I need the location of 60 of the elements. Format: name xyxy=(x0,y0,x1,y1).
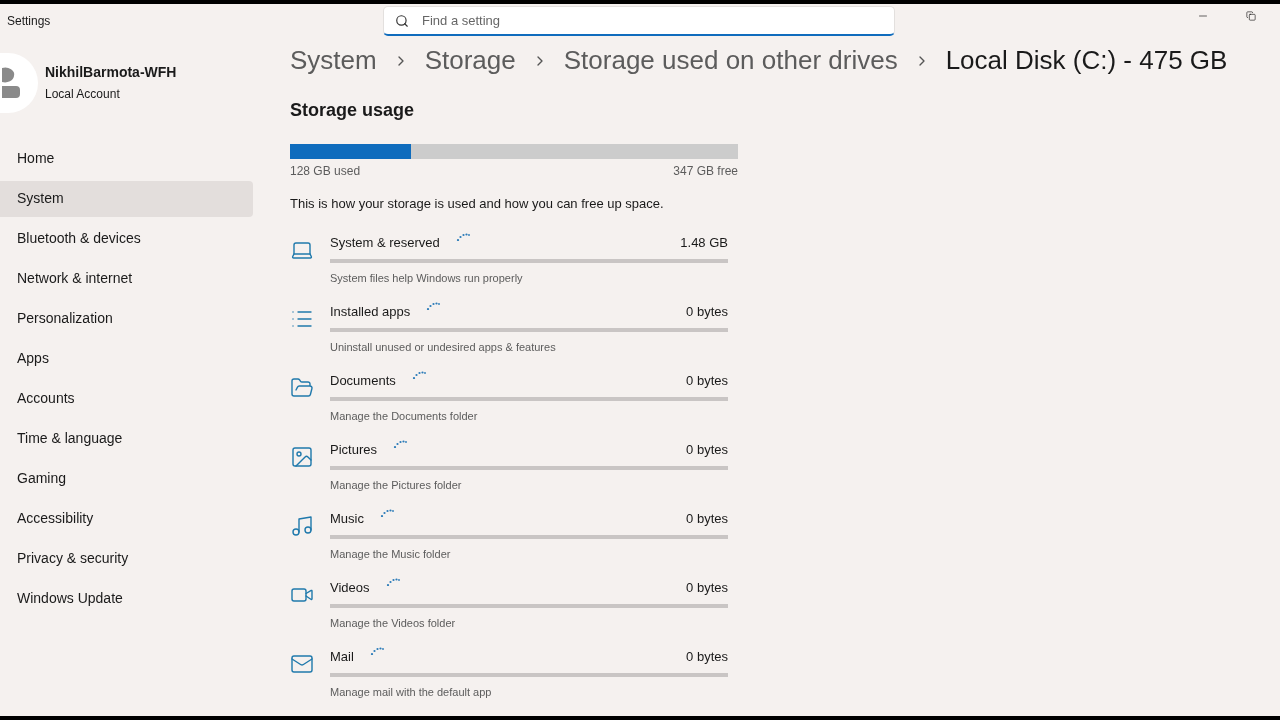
account-type: Local Account xyxy=(45,86,121,103)
category-size: 0 bytes xyxy=(686,303,728,322)
category-size: 0 bytes xyxy=(686,372,728,391)
category-size: 0 bytes xyxy=(686,648,728,667)
music-note-icon xyxy=(290,514,314,538)
category-name[interactable]: Videos xyxy=(330,578,370,598)
nav-item[interactable]: Apps xyxy=(0,340,253,377)
window-title: Settings xyxy=(7,13,52,31)
used-label: 128 GB used xyxy=(290,162,361,180)
category-name[interactable]: Documents xyxy=(330,371,396,391)
search-icon xyxy=(395,14,409,29)
image-icon xyxy=(290,445,314,469)
loading-spinner-icon xyxy=(379,509,394,517)
nav-item[interactable]: Windows Update xyxy=(0,580,253,617)
person-silhouette-icon xyxy=(2,65,20,100)
category-hint: Manage the Pictures folder xyxy=(330,478,463,493)
category-size: 0 bytes xyxy=(686,579,728,598)
free-label: 347 GB free xyxy=(673,162,738,180)
category-size: 0 bytes xyxy=(686,510,728,529)
category-size: 0 bytes xyxy=(686,441,728,460)
category-hint: Uninstall unused or undesired apps & features xyxy=(330,340,557,355)
envelope-icon xyxy=(290,652,314,676)
nav-item[interactable]: Home xyxy=(0,140,253,177)
nav-item[interactable]: Accounts xyxy=(0,380,253,417)
section-title: Storage usage xyxy=(290,98,416,122)
nav-item[interactable]: Bluetooth & devices xyxy=(0,220,253,257)
restore-button[interactable] xyxy=(1244,9,1258,24)
loading-spinner-icon xyxy=(455,233,470,241)
loading-spinner-icon xyxy=(426,302,441,310)
nav-item[interactable]: Gaming xyxy=(0,460,253,497)
category-name[interactable]: Music xyxy=(330,509,364,529)
nav-item[interactable]: Network & internet xyxy=(0,260,253,297)
account-name: NikhilBarmota-WFH xyxy=(45,63,177,82)
nav-item[interactable]: Time & language xyxy=(0,420,253,457)
loading-spinner-icon xyxy=(392,440,407,448)
restore-icon xyxy=(1246,11,1256,22)
loading-spinner-icon xyxy=(385,578,400,586)
category-hint: Manage the Documents folder xyxy=(330,409,479,424)
category-hint: System files help Windows run properly xyxy=(330,271,524,286)
breadcrumb-link[interactable]: System xyxy=(290,41,377,80)
loading-spinner-icon xyxy=(411,371,426,379)
category-hint: Manage the Music folder xyxy=(330,547,452,562)
category-size: 1.48 GB xyxy=(680,234,728,253)
category-name[interactable]: Mail xyxy=(330,647,354,667)
category-hint: Manage the Videos folder xyxy=(330,616,457,631)
breadcrumb-link[interactable]: Storage xyxy=(424,41,516,80)
category-name[interactable]: Installed apps xyxy=(330,302,411,322)
nav-item[interactable]: Privacy & security xyxy=(0,540,253,577)
nav-item[interactable]: Accessibility xyxy=(0,500,253,537)
nav-item[interactable]: Personalization xyxy=(0,300,253,337)
breadcrumb-link[interactable]: Storage used on other drives xyxy=(563,41,898,80)
folder-icon xyxy=(290,376,314,400)
category-name[interactable]: Pictures xyxy=(330,440,377,460)
category-name[interactable]: System & reserved xyxy=(330,233,440,253)
page-title: Local Disk (C:) - 475 GB xyxy=(945,44,1228,77)
loading-spinner-icon xyxy=(369,647,384,655)
category-hint: Manage mail with the default app xyxy=(330,685,493,700)
search-field[interactable]: Find a setting xyxy=(383,6,895,37)
description: This is how your storage is used and how you can free up space. xyxy=(290,194,665,213)
nav-item[interactable]: System xyxy=(0,180,253,217)
